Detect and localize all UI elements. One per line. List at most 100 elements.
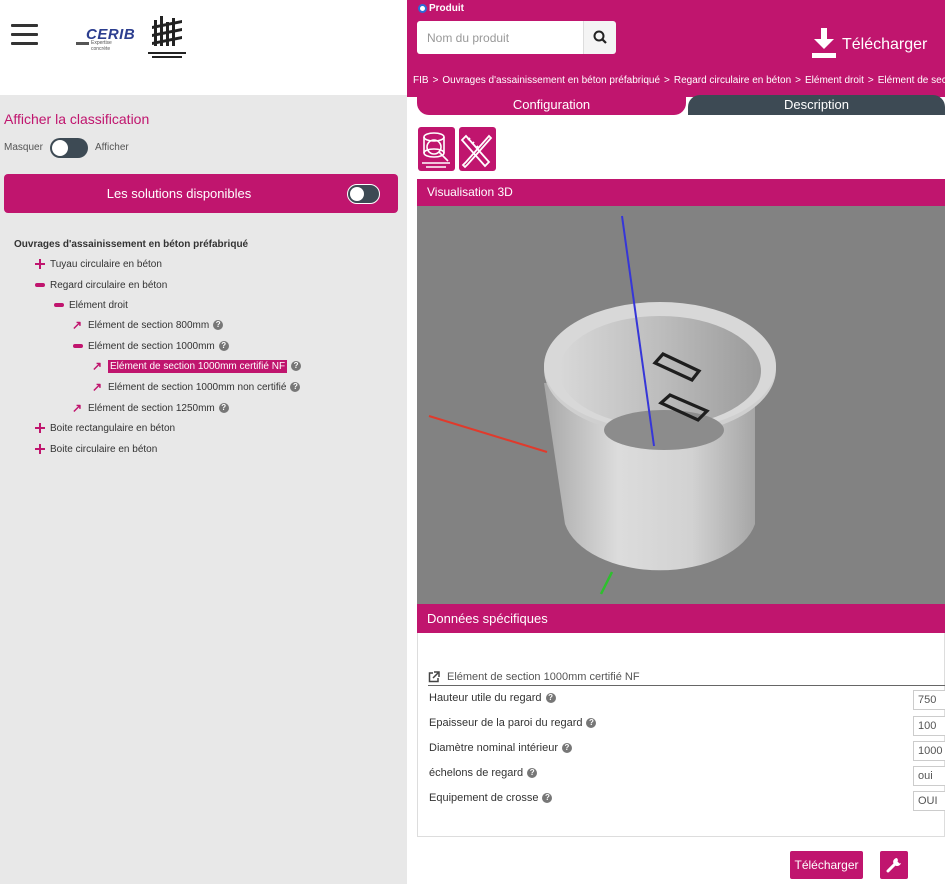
collapse-minus-icon[interactable] <box>34 279 46 291</box>
breadcrumb-item[interactable]: Elément droit <box>805 75 864 86</box>
tree-item[interactable]: Boite circulaire en béton <box>34 441 157 457</box>
expand-plus-icon[interactable] <box>34 443 46 455</box>
tree-item[interactable]: Tuyau circulaire en béton <box>34 256 162 272</box>
tree-item[interactable]: ↗ Elément de section 800mm? <box>72 317 224 333</box>
help-icon[interactable]: ? <box>291 361 302 371</box>
arrow-up-right-icon[interactable]: ↗ <box>72 402 84 414</box>
y-axis-line <box>599 571 614 595</box>
param-label: Epaisseur de la paroi du regard? <box>429 717 597 729</box>
classification-panel: CERIB Expertise concrète Afficher la cla… <box>0 0 407 884</box>
param-value[interactable]: OUI <box>913 791 945 811</box>
tree-item[interactable]: Elément de section 1000mm? <box>72 338 229 354</box>
breadcrumb: FIB > Ouvrages d'assainissement en béton p… <box>413 75 945 86</box>
edit-tool-button[interactable] <box>459 127 496 171</box>
classification-title: Afficher la classification <box>4 111 150 127</box>
toggle-on-label: Afficher <box>95 142 129 153</box>
param-label: Diamètre nominal intérieur? <box>429 742 572 754</box>
fib-logo <box>148 16 186 58</box>
manhole-3d-model <box>428 215 776 595</box>
product-header: Produit Télécharger FIB>Ouvrages d'assai… <box>407 0 945 97</box>
solutions-toggle[interactable] <box>347 184 380 204</box>
produit-radio[interactable] <box>418 4 427 13</box>
param-label: Hauteur utile du regard? <box>429 692 556 704</box>
help-icon[interactable]: ? <box>218 403 229 413</box>
divider <box>428 685 945 686</box>
param-value[interactable]: 1000 <box>913 741 945 761</box>
tree-item-label: Boite rectangulaire en béton <box>50 422 176 434</box>
param-label: Equipement de crosse? <box>429 792 553 804</box>
settings-button[interactable] <box>880 851 908 879</box>
param-label: échelons de regard? <box>429 767 538 779</box>
expand-plus-icon[interactable] <box>34 422 46 434</box>
search-icon <box>593 30 607 44</box>
collapse-minus-icon[interactable] <box>72 340 84 352</box>
help-icon[interactable]: ? <box>213 320 224 330</box>
tree-item[interactable]: ↗ Elément de section 1000mm certifié NF? <box>92 358 302 374</box>
arrow-up-right-icon[interactable]: ↗ <box>92 381 104 393</box>
cerib-logo: CERIB Expertise concrète <box>76 26 135 52</box>
tree-item[interactable]: ↗ Elément de section 1250mm? <box>72 400 229 416</box>
specific-data-panel: Elément de section 1000mm certifié NF Ha… <box>417 633 945 837</box>
help-icon[interactable]: ? <box>527 768 538 778</box>
product-title-text: Elément de section 1000mm certifié NF <box>447 671 640 683</box>
download-icon <box>812 28 836 58</box>
breadcrumb-item[interactable]: Ouvrages d'assainissement en béton préfa… <box>442 75 660 86</box>
tree-item-label: Elément droit <box>69 299 128 311</box>
tree-item-label: Elément de section 1000mm <box>88 340 215 352</box>
ruler-pencil-icon <box>460 134 493 169</box>
breadcrumb-item[interactable]: FIB <box>413 75 429 86</box>
tree-item-label: Elément de section 1000mm certifié NF <box>108 359 288 373</box>
help-icon[interactable]: ? <box>218 341 229 351</box>
tree-item-label: Ouvrages d'assainissement en béton préfa… <box>14 238 249 250</box>
external-link-icon[interactable] <box>428 671 440 683</box>
breadcrumb-item[interactable]: Elément de section <box>878 75 945 86</box>
help-icon[interactable]: ? <box>562 743 572 753</box>
tree-item-label: Boite circulaire en béton <box>50 443 158 455</box>
tree-item[interactable]: ↗ Elément de section 1000mm non certifié? <box>92 379 301 395</box>
product-title: Elément de section 1000mm certifié NF <box>428 671 640 683</box>
tab-configuration[interactable]: Configuration <box>417 95 686 115</box>
solutions-label: Les solutions disponibles <box>106 186 252 201</box>
tree-item[interactable]: Regard circulaire en béton <box>34 277 167 293</box>
arrow-up-right-icon[interactable]: ↗ <box>72 319 84 331</box>
tree-item-label: Tuyau circulaire en béton <box>50 258 162 270</box>
param-value[interactable]: oui <box>913 766 945 786</box>
collapse-minus-icon[interactable] <box>53 299 65 311</box>
logo-header: CERIB Expertise concrète <box>0 0 407 95</box>
produit-radio-label: Produit <box>429 3 464 14</box>
download-top-button[interactable]: Télécharger <box>812 18 927 58</box>
arrow-up-right-icon[interactable]: ↗ <box>92 360 104 372</box>
tree-item-label: Regard circulaire en béton <box>50 279 168 291</box>
inspect-tool-button[interactable] <box>418 127 455 171</box>
search-button[interactable] <box>583 21 616 54</box>
tree-item-label: Elément de section 1000mm non certifié <box>108 381 287 393</box>
wrench-icon <box>886 858 901 873</box>
breadcrumb-item[interactable]: Regard circulaire en béton <box>674 75 791 86</box>
3d-viewer[interactable] <box>417 206 945 604</box>
tab-description[interactable]: Description <box>688 95 945 115</box>
help-icon[interactable]: ? <box>290 382 301 392</box>
toggle-off-label: Masquer <box>4 142 43 153</box>
download-button[interactable]: Télécharger <box>790 851 863 879</box>
help-icon[interactable]: ? <box>542 793 553 803</box>
expand-plus-icon[interactable] <box>34 258 46 270</box>
tree-item-label: Elément de section 800mm <box>88 319 210 331</box>
x-axis-line <box>428 415 548 453</box>
tree-item[interactable]: Ouvrages d'assainissement en béton préfa… <box>14 236 248 252</box>
viewer-header: Visualisation 3D <box>417 179 945 206</box>
classification-toggle[interactable] <box>50 138 88 158</box>
specific-data-header: Données spécifiques <box>417 604 945 633</box>
tree-item-label: Elément de section 1250mm <box>88 402 215 414</box>
hamburger-menu-icon[interactable] <box>11 24 38 46</box>
tree-item[interactable]: Elément droit <box>53 297 128 313</box>
product-panel: Produit Télécharger FIB>Ouvrages d'assai… <box>407 0 945 884</box>
product-search-input[interactable] <box>417 21 583 54</box>
pipe-search-icon <box>422 132 450 168</box>
help-icon[interactable]: ? <box>545 693 556 703</box>
param-value[interactable]: 100 <box>913 716 945 736</box>
param-value[interactable]: 750 <box>913 690 945 710</box>
solutions-toggle-bar[interactable]: Les solutions disponibles <box>4 174 398 213</box>
download-top-label: Télécharger <box>842 36 928 53</box>
help-icon[interactable]: ? <box>586 718 597 728</box>
tree-item[interactable]: Boite rectangulaire en béton <box>34 420 175 436</box>
